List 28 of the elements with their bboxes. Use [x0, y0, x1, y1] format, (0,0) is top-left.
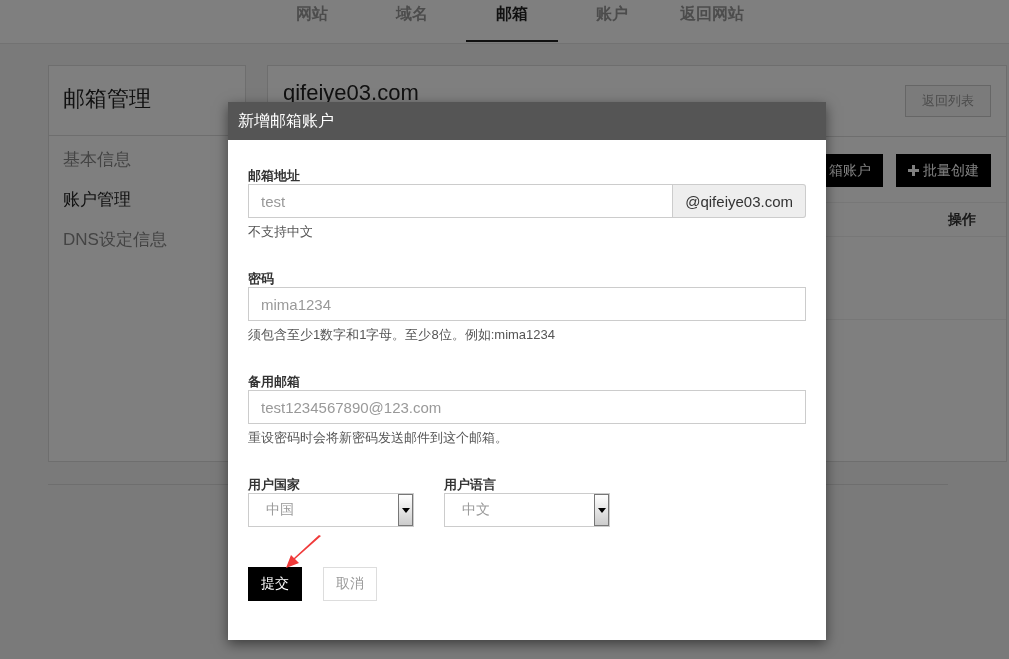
dialog-button[interactable]: 取消 [323, 567, 377, 601]
field-hint: 重设密码时会将新密码发送邮件到这个邮箱。 [248, 429, 509, 447]
nav-tab[interactable]: 邮箱 [466, 0, 558, 42]
sidebar-item[interactable]: 基本信息 [63, 148, 231, 171]
column-header: 操作 [948, 210, 976, 229]
field-label: 用户国家 [248, 477, 301, 493]
dropdown-select[interactable]: 中文 [444, 493, 610, 527]
domain-title: qifeiye03.com [283, 80, 419, 106]
action-button[interactable]: 箱账户 [825, 154, 883, 187]
field-hint: 须包含至少1数字和1字母。至少8位。例如:mima1234 [248, 326, 556, 344]
sidebar-item[interactable]: DNS设定信息 [63, 228, 231, 251]
field-label: 备用邮箱 [248, 374, 301, 390]
plus-icon [908, 165, 919, 176]
field-hint: 不支持中文 [248, 223, 314, 241]
sidebar-item[interactable]: 账户管理 [63, 188, 231, 211]
field-label: 密码 [248, 271, 275, 287]
dropdown-select[interactable]: 中国 [248, 493, 414, 527]
input-field[interactable]: mima1234 [248, 287, 806, 321]
field-label: 邮箱地址 [248, 168, 301, 184]
input-field[interactable]: test1234567890@123.com [248, 390, 806, 424]
caret-icon [401, 507, 410, 513]
domain-addon: @qifeiye03.com [673, 184, 806, 218]
pointer-arrow-icon [286, 535, 322, 569]
input-field[interactable]: test [248, 184, 674, 218]
action-button[interactable]: 批量创建 [896, 154, 991, 187]
caret-icon [597, 507, 606, 513]
dialog-button[interactable]: 提交 [248, 567, 302, 601]
field-label: 用户语言 [444, 477, 497, 493]
